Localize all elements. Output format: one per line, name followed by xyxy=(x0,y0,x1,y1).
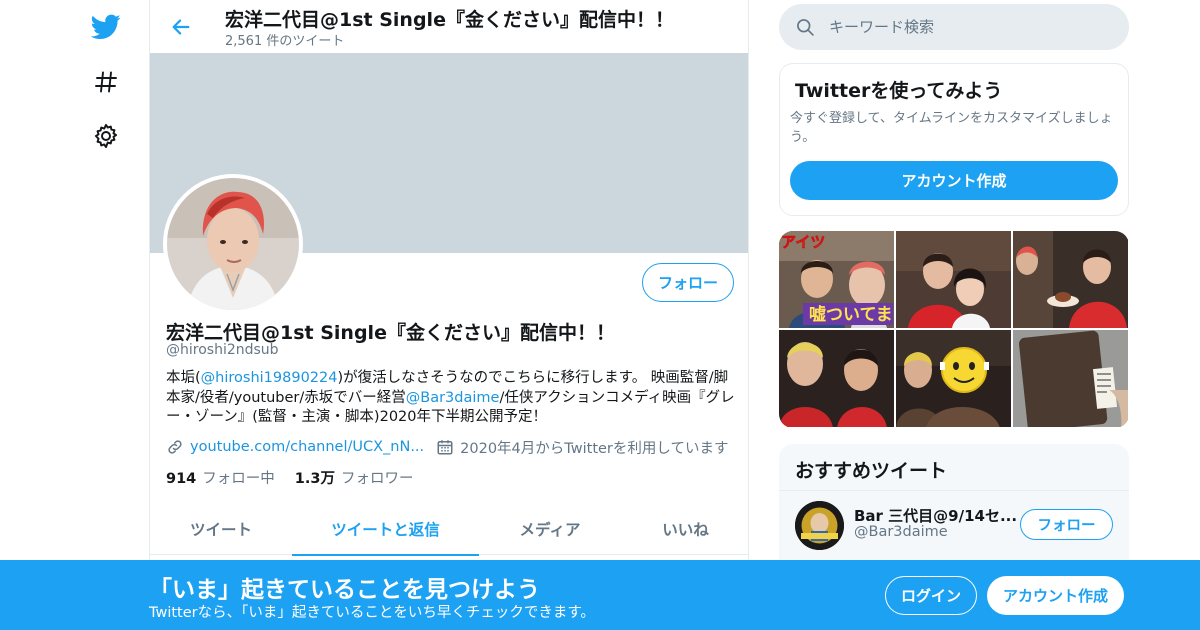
media-thumbnail[interactable] xyxy=(1013,330,1128,427)
media-thumbnail[interactable] xyxy=(896,231,1011,328)
bio-bar-mention-link[interactable]: @Bar3daime xyxy=(406,390,500,406)
following-count: 914 xyxy=(166,471,197,487)
media-thumbnail[interactable] xyxy=(896,330,1011,427)
tweet-count: 2,561 件のツイート xyxy=(225,34,345,49)
recommended-tweets-card: おすすめツイート Bar 三代目@9/14セ... @Bar3daime フォロ… xyxy=(779,444,1129,574)
divider xyxy=(779,490,1129,491)
signup-card: Twitterを使ってみよう 今すぐ登録して、タイムラインをカスタマイズしましょ… xyxy=(779,63,1129,216)
recommended-account-name[interactable]: Bar 三代目@9/14セ... xyxy=(854,505,1017,526)
search-input[interactable] xyxy=(829,18,1089,36)
profile-handle: @hiroshi2ndsub xyxy=(166,342,279,358)
signup-card-description: 今すぐ登録して、タイムラインをカスタマイズしましょう。 xyxy=(790,111,1113,145)
joined-date: 2020年4月からTwitterを利用しています xyxy=(460,440,729,457)
following-label: フォロー中 xyxy=(202,471,275,487)
recommended-follow-button[interactable]: フォロー xyxy=(1020,509,1113,540)
search-icon xyxy=(795,17,815,37)
followers-stat[interactable]: 1.3万 フォロワー xyxy=(295,467,414,488)
followers-count: 1.3万 xyxy=(294,471,335,487)
signup-button[interactable]: アカウント作成 xyxy=(987,576,1124,615)
thumbnail-caption-2: 嘘ついてま xyxy=(809,304,893,325)
twitter-logo-icon[interactable] xyxy=(88,9,124,45)
media-thumbnail[interactable] xyxy=(779,330,894,427)
tab-tweets-and-replies[interactable]: ツイートと返信 xyxy=(292,503,479,556)
profile-avatar[interactable] xyxy=(163,174,303,314)
signup-card-title: Twitterを使ってみよう xyxy=(795,80,1003,102)
profile-tabs: ツイート ツイートと返信 メディア いいね xyxy=(150,503,748,556)
left-navigation xyxy=(80,0,132,560)
profile-url-link[interactable]: youtube.com/channel/UCX_nN... xyxy=(190,439,424,455)
header-profile-name: 宏洋二代目@1st Single『金ください』配信中！！ xyxy=(225,9,674,31)
profile-bio: 本垢(@hiroshi19890224)が復活しなさそうなのでこちらに移行します… xyxy=(166,369,736,428)
banner-title: 「いま」起きていることを見つけよう xyxy=(149,577,540,603)
profile-stats: 914 フォロー中 1.3万 フォロワー xyxy=(166,467,433,488)
hashtag-icon[interactable] xyxy=(88,64,124,100)
thumbnail-caption-1: アイツ xyxy=(781,233,825,251)
search-box[interactable] xyxy=(779,4,1129,50)
recommended-account-avatar[interactable] xyxy=(795,501,844,550)
following-stat[interactable]: 914 フォロー中 xyxy=(166,467,275,488)
calendar-icon xyxy=(436,438,454,456)
media-grid: 嘘ついてま アイツ xyxy=(779,231,1129,428)
recommended-title: おすすめツイート xyxy=(795,460,948,482)
followers-label: フォロワー xyxy=(340,471,414,487)
tab-media[interactable]: メディア xyxy=(479,503,621,555)
settings-gear-icon[interactable] xyxy=(88,118,124,154)
back-arrow-icon[interactable] xyxy=(164,10,198,44)
profile-name: 宏洋二代目@1st Single『金ください』配信中！！ xyxy=(166,322,615,344)
create-account-button[interactable]: アカウント作成 xyxy=(790,161,1118,200)
signup-banner: 「いま」起きていることを見つけよう Twitterなら、「いま」起きていることを… xyxy=(0,560,1200,630)
recommended-account-handle: @Bar3daime xyxy=(854,524,948,540)
profile-column: 宏洋二代目@1st Single『金ください』配信中！！ 2,561 件のツイー… xyxy=(149,0,749,560)
tab-likes[interactable]: いいね xyxy=(621,503,748,555)
bio-text-1: 本垢( xyxy=(166,370,201,386)
banner-subtitle: Twitterなら、「いま」起きていることをいち早くチェックできます。 xyxy=(149,605,595,621)
link-icon xyxy=(166,438,184,456)
bio-mention-link[interactable]: @hiroshi19890224 xyxy=(201,370,338,386)
profile-header-bar: 宏洋二代目@1st Single『金ください』配信中！！ 2,561 件のツイー… xyxy=(150,0,748,53)
media-thumbnail[interactable]: 嘘ついてま アイツ xyxy=(779,231,894,328)
follow-button[interactable]: フォロー xyxy=(642,263,734,302)
profile-meta: youtube.com/channel/UCX_nN... 2020年4月からT… xyxy=(166,436,728,458)
media-thumbnail[interactable] xyxy=(1013,231,1128,328)
sidebar-right: Twitterを使ってみよう 今すぐ登録して、タイムラインをカスタマイズしましょ… xyxy=(779,0,1129,574)
tab-tweets[interactable]: ツイート xyxy=(150,503,292,555)
login-button[interactable]: ログイン xyxy=(885,576,977,615)
